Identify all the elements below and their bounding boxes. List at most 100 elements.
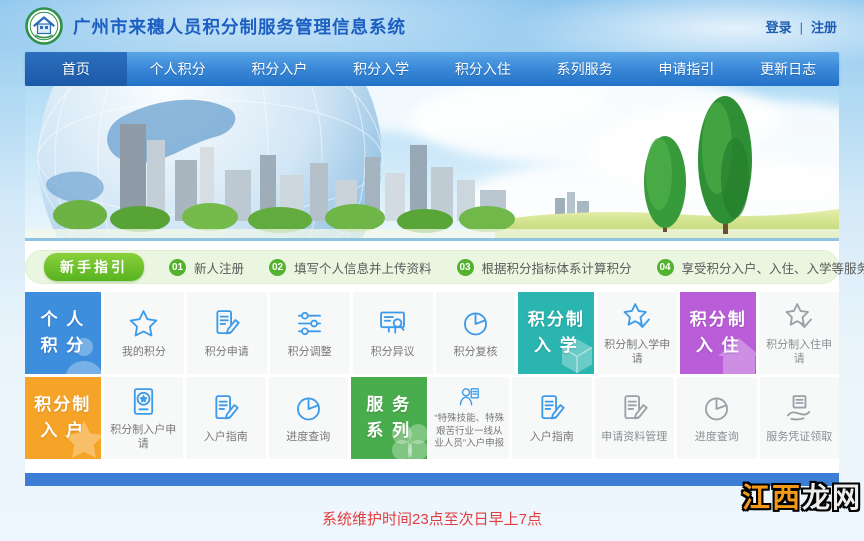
service-cell-points-adjustment[interactable]: 积分调整 (270, 292, 350, 374)
doc-edit-icon (535, 392, 568, 425)
service-cell-special-workers-declare[interactable]: “特殊技能、特殊艰苦行业一线从业人员”入户申报 (430, 377, 510, 459)
tile-label-line2: 入 户 (40, 418, 85, 444)
step-number-badge: 01 (169, 259, 186, 276)
id-star-icon (127, 385, 160, 418)
service-cell-residence-application[interactable]: 积分制入住申请 (759, 292, 839, 374)
tile-label-line2: 积 分 (41, 333, 86, 359)
newbie-guide-label: 新手指引 (44, 253, 144, 281)
service-cell-progress-query[interactable]: 进度查询 (269, 377, 349, 459)
cell-label: 积分制入户申请 (106, 424, 182, 450)
star-icon (127, 307, 160, 340)
page-title: 广州市来穗人员积分制服务管理信息系统 (73, 14, 406, 39)
tile-label-line2: 系 列 (366, 418, 411, 444)
tile-household[interactable]: 积分制入 户 (25, 377, 101, 459)
cell-label: 服务凭证领取 (766, 431, 832, 444)
doc-edit-icon (618, 392, 651, 425)
cell-label: 积分异议 (371, 346, 415, 359)
cell-label: 入户指南 (530, 431, 574, 444)
service-cell-household-guide-2[interactable]: 入户指南 (512, 377, 592, 459)
watermark: 江西龙网 (742, 481, 862, 515)
step-number-badge: 02 (269, 259, 286, 276)
footer-divider-bar (25, 473, 839, 486)
sliders-icon (293, 307, 326, 340)
cell-label: 积分调整 (288, 346, 332, 359)
cell-label: 积分申请 (205, 346, 249, 359)
tile-personal-points[interactable]: 个 人积 分 (25, 292, 101, 374)
pie-icon (292, 392, 325, 425)
doc-edit-icon (209, 392, 242, 425)
tile-label-line1: 积分制 (690, 307, 747, 333)
nav-tab-application-guide[interactable]: 申请指引 (636, 52, 738, 86)
nav-tab-personal-points[interactable]: 个人积分 (127, 52, 229, 86)
register-link[interactable]: 注册 (811, 20, 837, 35)
star-check-icon (621, 300, 654, 333)
nav-tab-points-household[interactable]: 积分入户 (229, 52, 331, 86)
tile-label-line1: 服 务 (366, 392, 411, 418)
auth-divider: | (800, 20, 803, 35)
step-label: 新人注册 (194, 258, 244, 277)
guide-step-1: 01 新人注册 (169, 258, 244, 277)
nav-tab-changelog[interactable]: 更新日志 (737, 52, 839, 86)
service-cell-points-review[interactable]: 积分复核 (436, 292, 516, 374)
service-grid-row-2: 积分制入 户积分制入户申请入户指南进度查询服 务系 列“特殊技能、特殊艰苦行业一… (25, 377, 839, 459)
tile-school-enrollment[interactable]: 积分制入 学 (518, 292, 594, 374)
cell-label: 积分制入住申请 (761, 339, 837, 365)
tile-label-line1: 积分制 (34, 392, 91, 418)
hand-doc-icon (783, 392, 816, 425)
service-grid: 个 人积 分我的积分积分申请积分调整积分异议积分复核积分制入 学积分制入学申请积… (25, 292, 839, 459)
cell-label: 进度查询 (286, 431, 330, 444)
service-cell-progress-query-2[interactable]: 进度查询 (677, 377, 757, 459)
nav-tab-home[interactable]: 首页 (25, 52, 127, 86)
banner-image (25, 86, 839, 241)
nav-tab-points-residence[interactable]: 积分入住 (432, 52, 534, 86)
step-number-badge: 03 (457, 259, 474, 276)
service-cell-application-materials[interactable]: 申请资料管理 (595, 377, 675, 459)
doc-edit-icon (210, 307, 243, 340)
service-cell-my-points[interactable]: 我的积分 (104, 292, 184, 374)
tile-residence[interactable]: 积分制入 住 (680, 292, 756, 374)
board-search-icon (376, 307, 409, 340)
page-header: 广州市来穗人员积分制服务管理信息系统 登录 | 注册 (25, 0, 839, 52)
maintenance-notice: 系统维护时间23点至次日早上7点 (25, 508, 839, 529)
service-cell-school-application[interactable]: 积分制入学申请 (597, 292, 677, 374)
service-grid-row-1: 个 人积 分我的积分积分申请积分调整积分异议积分复核积分制入 学积分制入学申请积… (25, 292, 839, 374)
service-cell-service-voucher[interactable]: 服务凭证领取 (760, 377, 840, 459)
content-panel: 新手指引 01 新人注册 02 填写个人信息并上传资料 03 根据积分指标体系计… (25, 241, 839, 473)
cell-label: 我的积分 (122, 346, 166, 359)
cell-label: “特殊技能、特殊艰苦行业一线从业人员”入户申报 (432, 413, 508, 450)
step-label: 享受积分入户、入住、入学等服务 (682, 258, 864, 277)
main-nav: 首页 个人积分 积分入户 积分入学 积分入住 系列服务 申请指引 更新日志 (25, 52, 839, 86)
step-label: 填写个人信息并上传资料 (294, 258, 432, 277)
tile-label-line2: 入 住 (696, 333, 741, 359)
auth-links: 登录 | 注册 (766, 17, 837, 36)
star-check-icon (783, 300, 816, 333)
watermark-part2: 龙网 (802, 482, 862, 513)
tile-label-line1: 积分制 (528, 307, 585, 333)
cell-label: 积分制入学申请 (599, 339, 675, 365)
tile-service-series[interactable]: 服 务系 列 (351, 377, 427, 459)
tile-label-line1: 个 人 (41, 307, 86, 333)
service-cell-points-application[interactable]: 积分申请 (187, 292, 267, 374)
guide-step-4: 04 享受积分入户、入住、入学等服务 (657, 258, 864, 277)
cell-label: 积分复核 (453, 346, 497, 359)
cell-label: 申请资料管理 (601, 431, 667, 444)
person-doc-icon (457, 385, 482, 410)
guide-step-2: 02 填写个人信息并上传资料 (269, 258, 432, 277)
guide-step-3: 03 根据积分指标体系计算积分 (457, 258, 632, 277)
nav-tab-series-services[interactable]: 系列服务 (534, 52, 636, 86)
tile-label-line2: 入 学 (534, 333, 579, 359)
service-cell-points-objection[interactable]: 积分异议 (353, 292, 433, 374)
cell-label: 进度查询 (695, 431, 739, 444)
step-number-badge: 04 (657, 259, 674, 276)
watermark-part1: 江西 (742, 482, 802, 513)
step-label: 根据积分指标体系计算积分 (482, 258, 632, 277)
newbie-guide-bar: 新手指引 01 新人注册 02 填写个人信息并上传资料 03 根据积分指标体系计… (25, 250, 839, 284)
service-cell-household-guide[interactable]: 入户指南 (186, 377, 266, 459)
nav-tab-points-school[interactable]: 积分入学 (330, 52, 432, 86)
site-logo-icon (25, 7, 63, 45)
service-cell-household-application[interactable]: 积分制入户申请 (104, 377, 184, 459)
pie-icon (459, 307, 492, 340)
cell-label: 入户指南 (204, 431, 248, 444)
pie-icon (700, 392, 733, 425)
login-link[interactable]: 登录 (766, 20, 792, 35)
